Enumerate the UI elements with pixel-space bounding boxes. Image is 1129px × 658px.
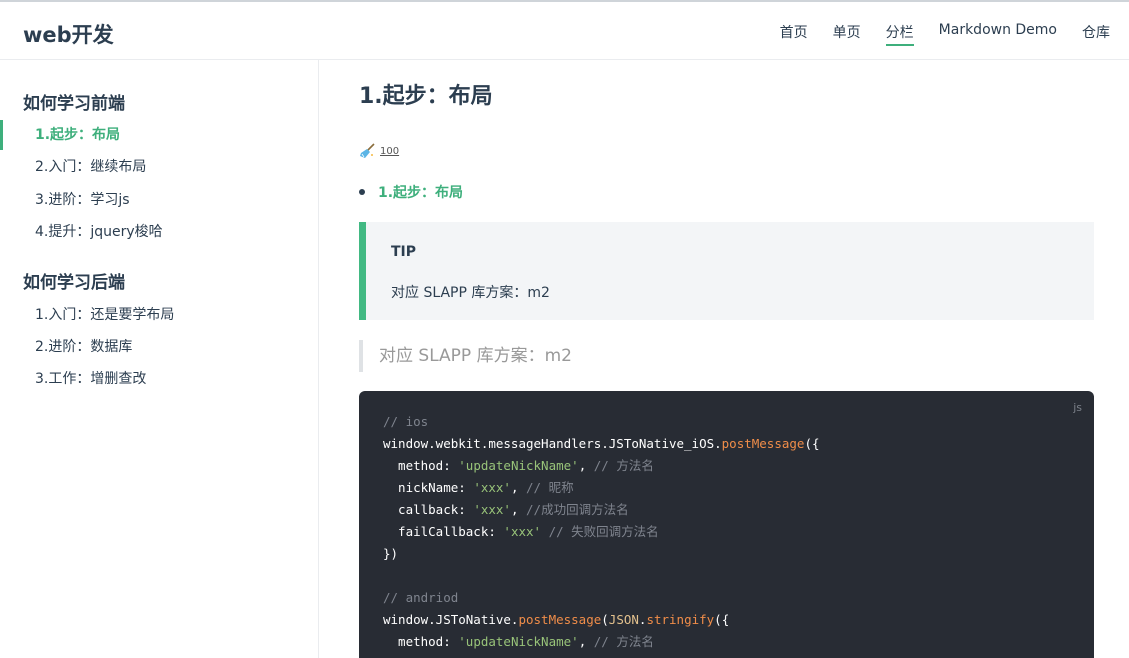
nav-home[interactable]: 首页 — [780, 22, 808, 46]
code-line: method: 'updateNickName', // 方法名 — [383, 458, 654, 473]
sidebar-item-learn-js[interactable]: 3.进阶：学习js — [0, 185, 318, 215]
code-line: method: 'updateNickName', // 方法名 — [383, 634, 654, 649]
visit-badge[interactable]: 100 — [359, 142, 399, 160]
nav-single-page[interactable]: 单页 — [833, 22, 861, 46]
badge-count[interactable]: 100 — [380, 146, 399, 157]
sidebar: 如何学习前端 1.起步：布局 2.入门：继续布局 3.进阶：学习js 4.提升：… — [0, 60, 319, 658]
top-navbar: web开发 首页 单页 分栏 Markdown Demo 仓库 — [0, 0, 1129, 60]
code-line: // ios — [383, 414, 429, 429]
blockquote: 对应 SLAPP 库方案：m2 — [359, 340, 572, 372]
tip-title: TIP — [391, 244, 417, 260]
table-of-contents: 1.起步：布局 — [359, 182, 463, 202]
sidebar-group-backend[interactable]: 如何学习后端 — [23, 268, 125, 293]
sidebar-item-layout-start[interactable]: 1.起步：布局 — [0, 120, 318, 150]
sidebar-group-frontend[interactable]: 如何学习前端 — [23, 89, 125, 114]
code-line: failCallback: 'xxx' // 失败回调方法名 — [383, 524, 659, 539]
code-line: // andriod — [383, 590, 459, 605]
sidebar-item-database[interactable]: 2.进阶：数据库 — [0, 332, 318, 362]
tip-block: TIP 对应 SLAPP 库方案：m2 — [359, 222, 1094, 320]
toc-link-layout-start[interactable]: 1.起步：布局 — [378, 182, 463, 202]
bullet-icon — [359, 189, 365, 195]
site-logo[interactable]: web开发 — [23, 19, 114, 49]
tip-body: 对应 SLAPP 库方案：m2 — [391, 285, 550, 301]
main-nav: 首页 单页 分栏 Markdown Demo 仓库 — [755, 22, 1110, 46]
code-line: window.JSToNative.postMessage(JSON.strin… — [383, 612, 730, 627]
nav-markdown-demo[interactable]: Markdown Demo — [939, 22, 1057, 46]
nav-repository[interactable]: 仓库 — [1082, 22, 1110, 46]
sidebar-item-backend-layout[interactable]: 1.入门：还是要学布局 — [0, 300, 318, 330]
code-line: window.webkit.messageHandlers.JSToNative… — [383, 436, 820, 451]
nav-columns[interactable]: 分栏 — [885, 22, 914, 46]
sidebar-item-jquery[interactable]: 4.提升：jquery梭哈 — [0, 217, 318, 247]
sidebar-item-crud[interactable]: 3.工作：增删查改 — [0, 364, 318, 394]
code-block: js // ios window.webkit.messageHandlers.J… — [359, 391, 1094, 658]
code-line: }) — [383, 546, 399, 561]
code-lines: // ios window.webkit.messageHandlers.JSTo… — [383, 411, 820, 653]
sidebar-item-layout-continue[interactable]: 2.入门：继续布局 — [0, 152, 318, 182]
code-language-label: js — [1073, 401, 1082, 414]
page-title: 1.起步：布局 — [359, 84, 493, 109]
code-line: callback: 'xxx', //成功回调方法名 — [383, 502, 629, 517]
code-line: nickName: 'xxx', // 昵称 — [383, 480, 574, 495]
broom-icon — [360, 143, 375, 158]
